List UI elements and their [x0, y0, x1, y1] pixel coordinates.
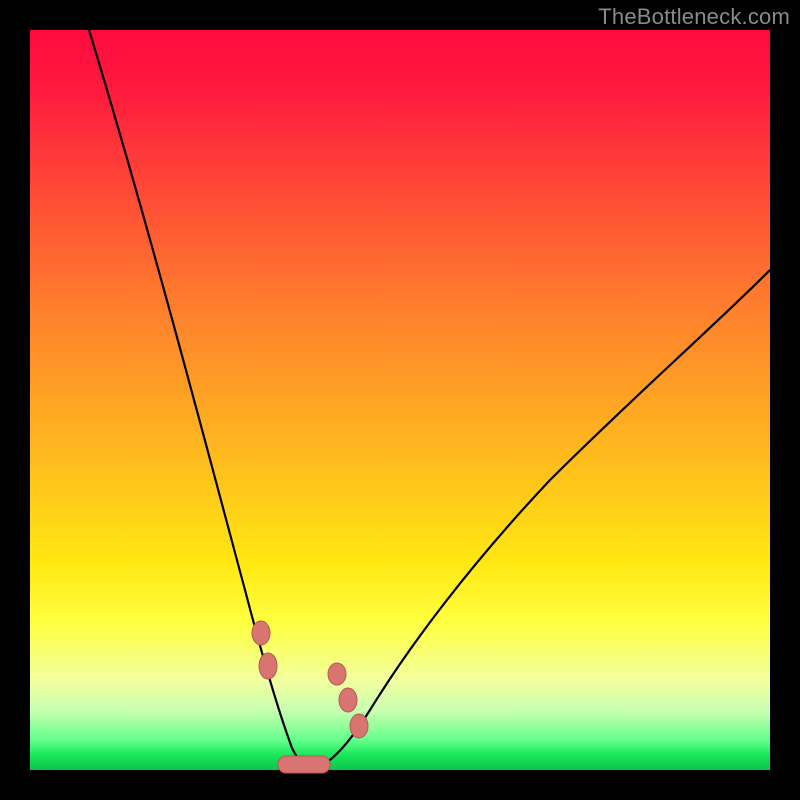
- bead-right-b: [339, 688, 357, 712]
- plot-area: [30, 30, 770, 770]
- outer-frame: TheBottleneck.com: [0, 0, 800, 800]
- watermark-text: TheBottleneck.com: [598, 4, 790, 30]
- bead-right-c: [350, 714, 368, 738]
- chart-svg: [30, 30, 770, 770]
- curve-right-branch: [310, 270, 770, 770]
- trough-bar: [278, 756, 330, 773]
- curve-left-branch: [89, 30, 310, 770]
- bead-left-upper: [252, 621, 270, 645]
- bead-left-lower: [259, 653, 277, 679]
- bead-right-a: [328, 663, 346, 685]
